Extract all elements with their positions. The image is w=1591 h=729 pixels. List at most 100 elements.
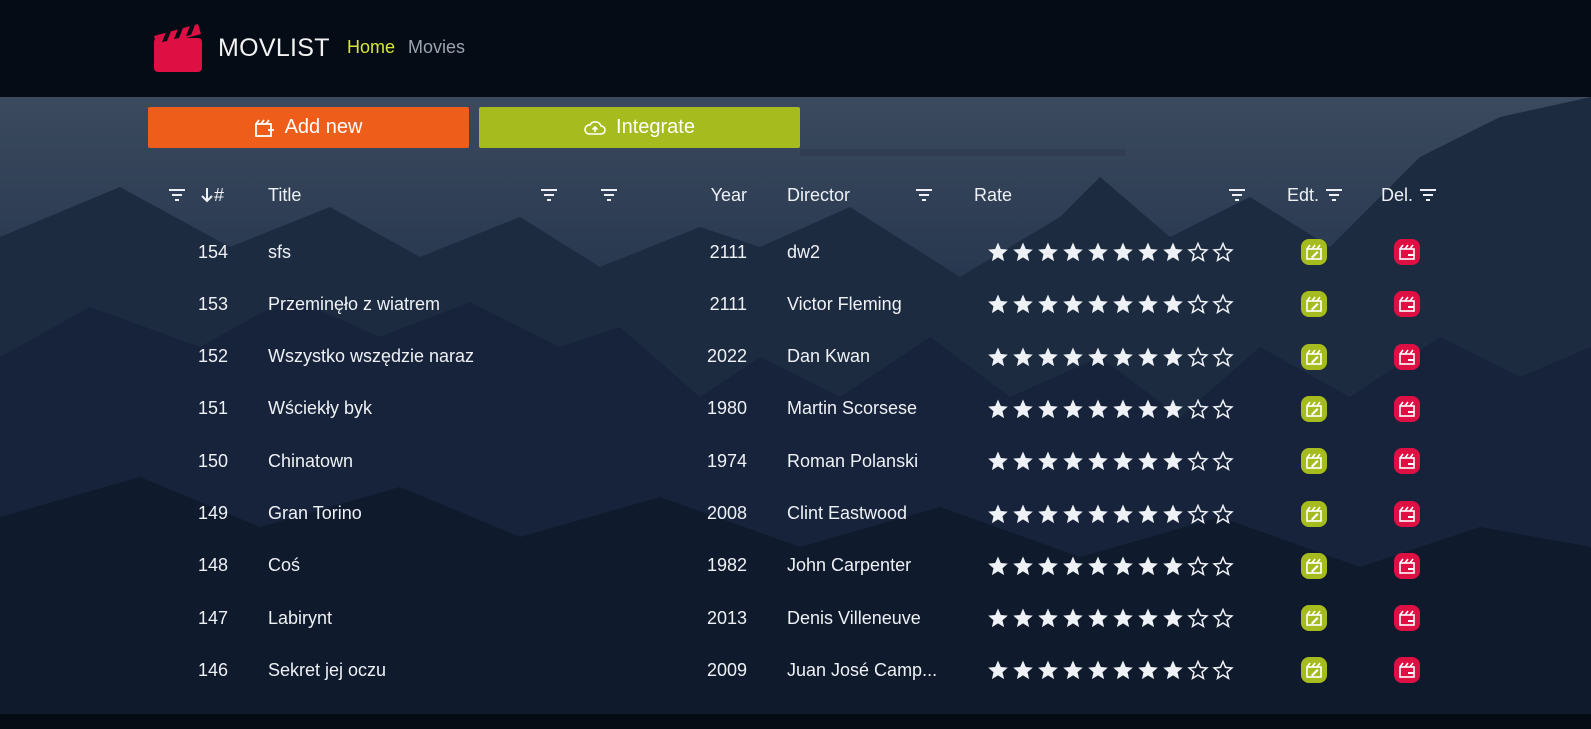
star-empty-icon[interactable] (1212, 555, 1234, 577)
edit-button[interactable] (1301, 291, 1327, 318)
star-filled-icon[interactable] (987, 659, 1009, 681)
edit-button[interactable] (1301, 552, 1327, 579)
star-filled-icon[interactable] (1037, 503, 1059, 525)
star-filled-icon[interactable] (987, 607, 1009, 629)
column-header-director[interactable]: Director (787, 185, 850, 205)
star-filled-icon[interactable] (1162, 555, 1184, 577)
star-filled-icon[interactable] (1137, 346, 1159, 368)
star-empty-icon[interactable] (1212, 398, 1234, 420)
star-empty-icon[interactable] (1212, 241, 1234, 263)
filter-title-button[interactable] (540, 185, 558, 205)
star-filled-icon[interactable] (1037, 555, 1059, 577)
delete-button[interactable] (1394, 291, 1420, 318)
star-filled-icon[interactable] (1137, 659, 1159, 681)
star-rating[interactable] (987, 226, 1237, 278)
star-filled-icon[interactable] (1112, 555, 1134, 577)
brand[interactable]: MOVLIST (152, 22, 330, 74)
star-filled-icon[interactable] (1112, 346, 1134, 368)
star-empty-icon[interactable] (1212, 503, 1234, 525)
star-rating[interactable] (987, 644, 1237, 696)
star-filled-icon[interactable] (987, 346, 1009, 368)
star-rating[interactable] (987, 488, 1237, 540)
star-filled-icon[interactable] (1162, 346, 1184, 368)
column-header-delete[interactable]: Del. (1381, 185, 1437, 205)
delete-button[interactable] (1394, 239, 1420, 265)
star-filled-icon[interactable] (1012, 398, 1034, 420)
star-filled-icon[interactable] (1012, 503, 1034, 525)
star-filled-icon[interactable] (1012, 555, 1034, 577)
star-filled-icon[interactable] (1062, 555, 1084, 577)
star-empty-icon[interactable] (1187, 241, 1209, 263)
edit-button[interactable] (1301, 657, 1327, 684)
star-filled-icon[interactable] (1012, 659, 1034, 681)
star-filled-icon[interactable] (1162, 659, 1184, 681)
delete-button[interactable] (1394, 657, 1420, 684)
star-filled-icon[interactable] (987, 555, 1009, 577)
star-rating[interactable] (987, 435, 1237, 487)
star-filled-icon[interactable] (1137, 398, 1159, 420)
filter-director-button[interactable] (915, 185, 933, 205)
star-filled-icon[interactable] (1112, 450, 1134, 472)
column-header-title[interactable]: Title (268, 185, 301, 205)
star-empty-icon[interactable] (1187, 450, 1209, 472)
star-filled-icon[interactable] (1162, 503, 1184, 525)
filter-id-button[interactable] (168, 185, 186, 205)
star-filled-icon[interactable] (1037, 346, 1059, 368)
star-filled-icon[interactable] (1087, 450, 1109, 472)
star-filled-icon[interactable] (1162, 607, 1184, 629)
delete-button[interactable] (1394, 343, 1420, 370)
star-filled-icon[interactable] (987, 241, 1009, 263)
star-filled-icon[interactable] (1162, 398, 1184, 420)
star-filled-icon[interactable] (1037, 607, 1059, 629)
star-filled-icon[interactable] (1087, 555, 1109, 577)
delete-button[interactable] (1394, 552, 1420, 579)
star-empty-icon[interactable] (1187, 659, 1209, 681)
star-filled-icon[interactable] (1087, 503, 1109, 525)
star-filled-icon[interactable] (1012, 607, 1034, 629)
column-header-rate[interactable]: Rate (974, 185, 1012, 205)
star-empty-icon[interactable] (1212, 346, 1234, 368)
star-empty-icon[interactable] (1187, 607, 1209, 629)
star-empty-icon[interactable] (1187, 503, 1209, 525)
star-empty-icon[interactable] (1187, 555, 1209, 577)
star-empty-icon[interactable] (1187, 293, 1209, 315)
star-filled-icon[interactable] (1062, 293, 1084, 315)
edit-button[interactable] (1301, 605, 1327, 632)
edit-button[interactable] (1301, 343, 1327, 370)
star-filled-icon[interactable] (1137, 293, 1159, 315)
star-filled-icon[interactable] (1112, 241, 1134, 263)
filter-icon[interactable] (1325, 188, 1343, 202)
star-filled-icon[interactable] (987, 450, 1009, 472)
star-filled-icon[interactable] (1062, 607, 1084, 629)
edit-button[interactable] (1301, 395, 1327, 422)
star-filled-icon[interactable] (1062, 659, 1084, 681)
delete-button[interactable] (1394, 605, 1420, 632)
star-rating[interactable] (987, 278, 1237, 330)
star-filled-icon[interactable] (1062, 503, 1084, 525)
star-filled-icon[interactable] (1062, 346, 1084, 368)
star-empty-icon[interactable] (1212, 659, 1234, 681)
filter-year-button[interactable] (600, 185, 618, 205)
star-filled-icon[interactable] (1037, 293, 1059, 315)
star-filled-icon[interactable] (1037, 450, 1059, 472)
star-filled-icon[interactable] (1162, 293, 1184, 315)
star-rating[interactable] (987, 540, 1237, 592)
column-header-id[interactable]: # (200, 185, 224, 205)
star-filled-icon[interactable] (1087, 293, 1109, 315)
star-filled-icon[interactable] (1087, 659, 1109, 681)
star-filled-icon[interactable] (1037, 398, 1059, 420)
star-rating[interactable] (987, 592, 1237, 644)
star-empty-icon[interactable] (1212, 293, 1234, 315)
column-header-edit[interactable]: Edt. (1287, 185, 1343, 205)
star-filled-icon[interactable] (1137, 241, 1159, 263)
star-filled-icon[interactable] (1087, 398, 1109, 420)
star-rating[interactable] (987, 383, 1237, 435)
delete-button[interactable] (1394, 500, 1420, 527)
star-filled-icon[interactable] (1062, 398, 1084, 420)
edit-button[interactable] (1301, 448, 1327, 475)
star-empty-icon[interactable] (1212, 607, 1234, 629)
star-filled-icon[interactable] (1012, 241, 1034, 263)
star-filled-icon[interactable] (1112, 503, 1134, 525)
star-filled-icon[interactable] (1087, 607, 1109, 629)
star-filled-icon[interactable] (1162, 241, 1184, 263)
